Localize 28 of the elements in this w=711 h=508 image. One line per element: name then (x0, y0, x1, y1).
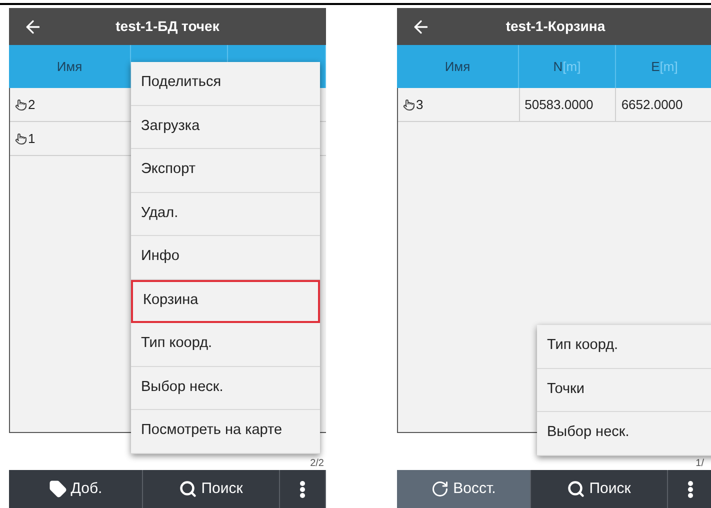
search-icon (179, 480, 198, 498)
search-icon (567, 480, 586, 498)
menu-item[interactable]: Посмотреть на карте (131, 410, 320, 454)
more-icon (300, 480, 305, 498)
toolbar-button[interactable]: Восст. (397, 470, 531, 508)
menu-item[interactable]: Тип коорд. (537, 325, 711, 368)
page-counter: 2/2 (310, 459, 324, 469)
menu-item[interactable]: Загрузка (131, 106, 320, 149)
more-icon (688, 480, 693, 498)
table-cell: 3 (398, 88, 520, 121)
hand-pointer-icon (15, 132, 27, 144)
page-counter: 1/ (696, 459, 704, 469)
hand-pointer-icon (15, 98, 27, 110)
screen-title: test-1-Корзина (504, 17, 606, 36)
table-cell: 6652.0000 (616, 88, 711, 121)
menu-item[interactable]: Выбор неск. (131, 366, 320, 410)
screen-title: test-1-БД точек (114, 17, 220, 36)
circular-arrow-icon (431, 480, 450, 498)
hand-pointer-icon (403, 98, 415, 110)
menu-item[interactable]: Удал. (131, 192, 320, 236)
menu-item[interactable]: Точки (537, 368, 711, 412)
table-cell: 50583.0000 (520, 88, 616, 121)
menu-item[interactable]: Поделиться (131, 62, 320, 106)
menu-item[interactable]: Экспорт (131, 149, 320, 192)
menu-item[interactable]: Инфо (131, 236, 320, 280)
menu-item[interactable]: Тип коорд. (131, 323, 320, 366)
menu-item[interactable]: Корзина (131, 280, 320, 323)
menu-item[interactable]: Выбор неск. (537, 412, 711, 456)
